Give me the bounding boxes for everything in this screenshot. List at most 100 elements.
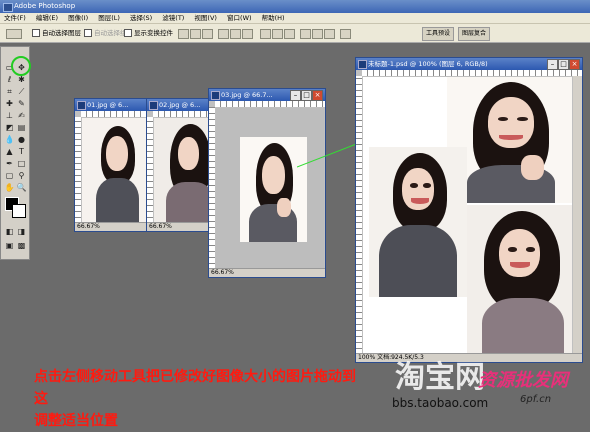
brand-watermark: 资源批发网 bbox=[478, 370, 568, 391]
distribute-right-icon[interactable] bbox=[324, 29, 335, 39]
close-button[interactable]: × bbox=[569, 59, 580, 70]
screen-mode-icon[interactable]: ▣ bbox=[4, 241, 15, 251]
eraser-tool-icon[interactable]: ◩ bbox=[4, 123, 15, 133]
minimize-button[interactable]: – bbox=[290, 90, 301, 101]
show-transform-option[interactable]: 显示变换控件 bbox=[124, 28, 173, 38]
brand-url-watermark: 6pf.cn bbox=[520, 394, 552, 405]
document-icon bbox=[358, 60, 367, 69]
path-selection-icon[interactable]: ▲ bbox=[4, 147, 15, 157]
document-title: 未标题-1.psd @ 100% (图层 6, RGB/8) bbox=[368, 60, 488, 68]
photoshop-icon bbox=[3, 3, 13, 12]
align-left-icon[interactable] bbox=[218, 29, 229, 39]
auto-select-group-checkbox[interactable] bbox=[84, 29, 92, 37]
zoom-status: 66.67% bbox=[75, 222, 151, 231]
document-title: 01.jpg @ 6... bbox=[87, 101, 129, 109]
document-icon bbox=[149, 101, 158, 110]
menu-filter[interactable]: 滤镜(T) bbox=[158, 13, 188, 23]
distribute-middle-icon[interactable] bbox=[272, 29, 283, 39]
menu-image[interactable]: 图像(I) bbox=[64, 13, 92, 23]
menu-layer[interactable]: 图层(L) bbox=[94, 13, 124, 23]
menu-help[interactable]: 帮助(H) bbox=[258, 13, 289, 23]
close-button[interactable]: × bbox=[312, 90, 323, 101]
history-brush-icon[interactable]: ✍ bbox=[16, 111, 27, 121]
layer-photo-02[interactable] bbox=[467, 205, 572, 353]
distribute-bottom-icon[interactable] bbox=[284, 29, 295, 39]
horizontal-ruler bbox=[215, 101, 325, 107]
document-icon bbox=[77, 101, 86, 110]
vertical-ruler bbox=[147, 117, 153, 223]
hand-tool-icon[interactable]: ✋ bbox=[4, 183, 15, 193]
brush-tool-icon[interactable]: ✎ bbox=[16, 99, 27, 109]
minimize-button[interactable]: – bbox=[547, 59, 558, 70]
align-top-icon[interactable] bbox=[178, 29, 189, 39]
fullscreen-mode-icon[interactable]: ▩ bbox=[16, 241, 27, 251]
maximize-button[interactable]: □ bbox=[558, 59, 569, 70]
menu-edit[interactable]: 编辑(E) bbox=[32, 13, 62, 23]
crop-tool-icon[interactable]: ⌗ bbox=[4, 87, 15, 97]
document-title-bar[interactable]: 03.jpg @ 66.7... – □ × bbox=[209, 89, 325, 101]
document-canvas[interactable] bbox=[363, 77, 572, 353]
document-canvas[interactable] bbox=[82, 118, 150, 222]
auto-select-group-option[interactable]: 自动选择组 bbox=[84, 28, 127, 38]
vertical-ruler bbox=[209, 107, 215, 269]
move-tool-preset-icon[interactable] bbox=[6, 29, 22, 39]
magic-wand-tool-icon[interactable]: ✱ bbox=[16, 75, 27, 85]
blur-tool-icon[interactable]: 💧 bbox=[4, 135, 15, 145]
zoom-tool-icon[interactable]: 🔍 bbox=[16, 183, 27, 193]
distribute-left-icon[interactable] bbox=[300, 29, 311, 39]
menu-file[interactable]: 文件(F) bbox=[0, 13, 30, 23]
auto-select-layer-option[interactable]: 自动选择图层 bbox=[32, 28, 81, 38]
show-transform-checkbox[interactable] bbox=[124, 29, 132, 37]
dodge-tool-icon[interactable]: ● bbox=[16, 135, 27, 145]
caption-line-2: 调整适当位置 bbox=[34, 413, 118, 429]
notes-tool-icon[interactable]: ▢ bbox=[4, 171, 15, 181]
background-color-swatch[interactable] bbox=[12, 204, 26, 218]
document-title-bar[interactable]: 未标题-1.psd @ 100% (图层 6, RGB/8) – □ × bbox=[356, 58, 582, 70]
quick-mask-icon[interactable]: ◧ bbox=[4, 227, 15, 237]
vertical-scrollbar[interactable] bbox=[573, 76, 582, 354]
app-title-bar: Adobe Photoshop bbox=[0, 0, 590, 13]
document-icon bbox=[211, 91, 220, 100]
gradient-tool-icon[interactable]: ▤ bbox=[16, 123, 27, 133]
instruction-caption: 点击左侧移动工具把已修改好图像大小的图片拖动到这 调整适当位置 bbox=[34, 366, 364, 432]
taobao-site-watermark: bbs.taobao.com bbox=[392, 396, 489, 410]
slice-tool-icon[interactable]: ⟋ bbox=[16, 87, 27, 97]
document-title: 02.jpg @ 6... bbox=[159, 101, 201, 109]
toolbox: ▭ ✥ ℓ ✱ ⌗ ⟋ ✚ ✎ ⊥ ✍ ◩ ▤ 💧 ● ▲ T ✒ □ ▢ ⚲ … bbox=[0, 46, 30, 260]
shape-tool-icon[interactable]: □ bbox=[16, 159, 27, 169]
align-center-icon[interactable] bbox=[230, 29, 241, 39]
maximize-button[interactable]: □ bbox=[301, 90, 312, 101]
vertical-ruler bbox=[75, 117, 81, 223]
eyedropper-tool-icon[interactable]: ⚲ bbox=[16, 171, 27, 181]
menu-select[interactable]: 选择(S) bbox=[126, 13, 156, 23]
standard-mode-icon[interactable]: ◨ bbox=[16, 227, 27, 237]
distribute-center-icon[interactable] bbox=[312, 29, 323, 39]
lasso-tool-icon[interactable]: ℓ bbox=[4, 75, 15, 85]
distribute-top-icon[interactable] bbox=[260, 29, 271, 39]
clone-stamp-icon[interactable]: ⊥ bbox=[4, 111, 15, 121]
tab-layer-comps[interactable]: 图层复合 bbox=[458, 27, 491, 41]
app-title: Adobe Photoshop bbox=[14, 2, 76, 10]
menu-window[interactable]: 窗口(W) bbox=[223, 13, 256, 23]
healing-brush-icon[interactable]: ✚ bbox=[4, 99, 15, 109]
zoom-status: 66.67% bbox=[209, 268, 325, 277]
document-title-bar[interactable]: 01.jpg @ 6... bbox=[75, 99, 151, 111]
menu-view[interactable]: 视图(V) bbox=[190, 13, 221, 23]
align-middle-icon[interactable] bbox=[190, 29, 201, 39]
auto-select-layer-checkbox[interactable] bbox=[32, 29, 40, 37]
taobao-watermark: 淘宝网 bbox=[395, 360, 485, 395]
document-window-01[interactable]: 01.jpg @ 6... 66.67% bbox=[74, 98, 152, 232]
move-tool-highlight-ring bbox=[11, 56, 31, 76]
horizontal-ruler bbox=[362, 70, 582, 76]
tab-tool-presets[interactable]: 工具预设 bbox=[422, 27, 455, 41]
options-bar: 自动选择图层 自动选择组 显示变换控件 bbox=[0, 24, 590, 43]
align-right-icon[interactable] bbox=[242, 29, 253, 39]
align-bottom-icon[interactable] bbox=[202, 29, 213, 39]
pen-tool-icon[interactable]: ✒ bbox=[4, 159, 15, 169]
document-title: 03.jpg @ 66.7... bbox=[221, 91, 273, 99]
caption-line-1: 点击左侧移动工具把已修改好图像大小的图片拖动到这 bbox=[34, 369, 356, 407]
document-window-main[interactable]: 未标题-1.psd @ 100% (图层 6, RGB/8) – □ × 100… bbox=[355, 57, 583, 363]
type-tool-icon[interactable]: T bbox=[16, 147, 27, 157]
auto-align-icon[interactable] bbox=[340, 29, 351, 39]
layer-photo-01[interactable] bbox=[369, 147, 467, 297]
